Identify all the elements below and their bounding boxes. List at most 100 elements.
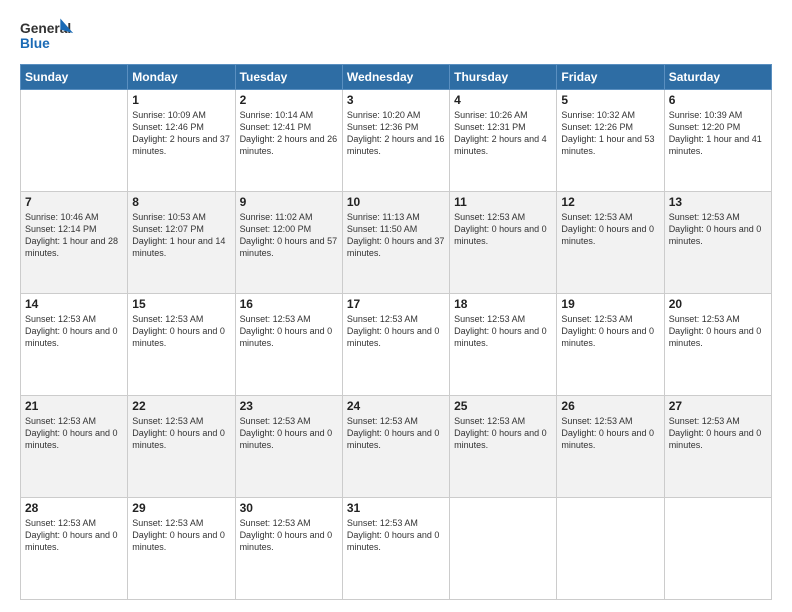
day-info: Sunrise: 10:39 AM Sunset: 12:20 PM Dayli…: [669, 109, 767, 158]
day-cell: 21Sunset: 12:53 AM Daylight: 0 hours and…: [21, 396, 128, 498]
day-info: Sunrise: 10:09 AM Sunset: 12:46 PM Dayli…: [132, 109, 230, 158]
day-info: Sunset: 12:53 AM Daylight: 0 hours and 0…: [561, 211, 659, 247]
day-info: Sunset: 12:53 AM Daylight: 0 hours and 0…: [25, 313, 123, 349]
day-info: Sunrise: 11:02 AM Sunset: 12:00 PM Dayli…: [240, 211, 338, 260]
day-cell: 26 Sunset: 12:53 AM Daylight: 0 hours and…: [557, 396, 664, 498]
day-cell: 14Sunset: 12:53 AM Daylight: 0 hours and…: [21, 294, 128, 396]
day-cell: 22Sunset: 12:53 AM Daylight: 0 hours and…: [128, 396, 235, 498]
day-cell: 6 Sunrise: 10:39 AM Sunset: 12:20 PM Dayl…: [664, 90, 771, 192]
day-info: Sunset: 12:53 AM Daylight: 0 hours and 0…: [454, 211, 552, 247]
day-number: 12: [561, 195, 659, 209]
column-header-wednesday: Wednesday: [342, 65, 449, 90]
svg-text:Blue: Blue: [20, 36, 50, 51]
day-info: Sunset: 12:53 AM Daylight: 0 hours and 0…: [454, 415, 552, 451]
day-cell: 10 Sunrise: 11:13 AM Sunset: 11:50 AM Day…: [342, 192, 449, 294]
day-info: Sunset: 12:53 AM Daylight: 0 hours and 0…: [132, 313, 230, 349]
day-cell: 18Sunset: 12:53 AM Daylight: 0 hours and…: [450, 294, 557, 396]
day-cell: 5Sunrise: 10:32 AM Sunset: 12:26 PM Dayl…: [557, 90, 664, 192]
day-cell: 27 Sunset: 12:53 AM Daylight: 0 hours and…: [664, 396, 771, 498]
day-info: Sunrise: 10:26 AM Sunset: 12:31 PM Dayli…: [454, 109, 552, 158]
day-number: 4: [454, 93, 552, 107]
day-number: 6: [669, 93, 767, 107]
day-number: 2: [240, 93, 338, 107]
day-number: 11: [454, 195, 552, 209]
day-info: Sunset: 12:53 AM Daylight: 0 hours and 0…: [347, 517, 445, 553]
day-cell: 29 Sunset: 12:53 AM Daylight: 0 hours and…: [128, 498, 235, 600]
day-info: Sunrise: 10:46 AM Sunset: 12:14 PM Dayli…: [25, 211, 123, 260]
day-info: Sunset: 12:53 AM Daylight: 0 hours and 0…: [25, 517, 123, 553]
column-header-saturday: Saturday: [664, 65, 771, 90]
day-cell: 9 Sunrise: 11:02 AM Sunset: 12:00 PM Dayl…: [235, 192, 342, 294]
day-cell: 4 Sunrise: 10:26 AM Sunset: 12:31 PM Dayl…: [450, 90, 557, 192]
day-number: 29: [132, 501, 230, 515]
week-row-4: 21 Sunset: 12:53 AM Daylight: 0 hours and…: [21, 396, 772, 498]
day-cell: [664, 498, 771, 600]
day-info: Sunset: 12:53 AM Daylight: 0 hours and 0…: [669, 313, 767, 349]
day-number: 17: [347, 297, 445, 311]
day-info: Sunset: 12:53 AM Daylight: 0 hours and 0…: [561, 313, 659, 349]
day-number: 23: [240, 399, 338, 413]
day-cell: 7 Sunrise: 10:46 AM Sunset: 12:14 PM Dayl…: [21, 192, 128, 294]
day-cell: 11 Sunset: 12:53 AM Daylight: 0 hours and…: [450, 192, 557, 294]
day-info: Sunset: 12:53 AM Daylight: 0 hours and 0…: [669, 211, 767, 247]
day-cell: 3Sunrise: 10:20 AM Sunset: 12:36 PM Dayl…: [342, 90, 449, 192]
calendar-table: SundayMondayTuesdayWednesdayThursdayFrid…: [20, 64, 772, 600]
week-row-1: 1 Sunrise: 10:09 AM Sunset: 12:46 PM Dayl…: [21, 90, 772, 192]
day-number: 25: [454, 399, 552, 413]
day-number: 18: [454, 297, 552, 311]
day-number: 28: [25, 501, 123, 515]
day-info: Sunrise: 11:13 AM Sunset: 11:50 AM Dayli…: [347, 211, 445, 260]
day-cell: 8 Sunrise: 10:53 AM Sunset: 12:07 PM Dayl…: [128, 192, 235, 294]
day-number: 26: [561, 399, 659, 413]
day-info: Sunset: 12:53 AM Daylight: 0 hours and 0…: [561, 415, 659, 451]
day-cell: 19 Sunset: 12:53 AM Daylight: 0 hours and…: [557, 294, 664, 396]
day-cell: 13Sunset: 12:53 AM Daylight: 0 hours and…: [664, 192, 771, 294]
day-info: Sunset: 12:53 AM Daylight: 0 hours and 0…: [347, 415, 445, 451]
day-info: Sunset: 12:53 AM Daylight: 0 hours and 0…: [132, 415, 230, 451]
day-cell: [450, 498, 557, 600]
day-cell: 15Sunset: 12:53 AM Daylight: 0 hours and…: [128, 294, 235, 396]
day-cell: [557, 498, 664, 600]
day-number: 10: [347, 195, 445, 209]
day-number: 31: [347, 501, 445, 515]
logo-icon: GeneralBlue: [20, 16, 75, 54]
day-cell: 23 Sunset: 12:53 AM Daylight: 0 hours and…: [235, 396, 342, 498]
day-cell: 30 Sunset: 12:53 AM Daylight: 0 hours and…: [235, 498, 342, 600]
day-cell: 31 Sunset: 12:53 AM Daylight: 0 hours and…: [342, 498, 449, 600]
day-cell: 28 Sunset: 12:53 AM Daylight: 0 hours and…: [21, 498, 128, 600]
day-cell: 17 Sunset: 12:53 AM Daylight: 0 hours and…: [342, 294, 449, 396]
day-number: 27: [669, 399, 767, 413]
day-info: Sunset: 12:53 AM Daylight: 0 hours and 0…: [347, 313, 445, 349]
day-number: 19: [561, 297, 659, 311]
header: GeneralBlue: [20, 16, 772, 54]
day-info: Sunrise: 10:14 AM Sunset: 12:41 PM Dayli…: [240, 109, 338, 158]
day-info: Sunset: 12:53 AM Daylight: 0 hours and 0…: [240, 415, 338, 451]
day-cell: 16 Sunset: 12:53 AM Daylight: 0 hours and…: [235, 294, 342, 396]
day-info: Sunset: 12:53 AM Daylight: 0 hours and 0…: [240, 517, 338, 553]
day-number: 20: [669, 297, 767, 311]
day-number: 21: [25, 399, 123, 413]
day-info: Sunrise: 10:53 AM Sunset: 12:07 PM Dayli…: [132, 211, 230, 260]
day-cell: 24Sunset: 12:53 AM Daylight: 0 hours and…: [342, 396, 449, 498]
day-number: 16: [240, 297, 338, 311]
day-number: 3: [347, 93, 445, 107]
day-number: 8: [132, 195, 230, 209]
week-row-2: 7 Sunrise: 10:46 AM Sunset: 12:14 PM Dayl…: [21, 192, 772, 294]
day-number: 30: [240, 501, 338, 515]
week-row-3: 14Sunset: 12:53 AM Daylight: 0 hours and…: [21, 294, 772, 396]
day-cell: 12 Sunset: 12:53 AM Daylight: 0 hours and…: [557, 192, 664, 294]
day-number: 1: [132, 93, 230, 107]
column-header-tuesday: Tuesday: [235, 65, 342, 90]
day-info: Sunset: 12:53 AM Daylight: 0 hours and 0…: [240, 313, 338, 349]
day-number: 5: [561, 93, 659, 107]
day-cell: [21, 90, 128, 192]
page: GeneralBlue SundayMondayTuesdayWednesday…: [0, 0, 792, 612]
day-number: 7: [25, 195, 123, 209]
day-info: Sunset: 12:53 AM Daylight: 0 hours and 0…: [669, 415, 767, 451]
day-cell: 2 Sunrise: 10:14 AM Sunset: 12:41 PM Dayl…: [235, 90, 342, 192]
logo: GeneralBlue: [20, 16, 79, 54]
day-cell: 1 Sunrise: 10:09 AM Sunset: 12:46 PM Dayl…: [128, 90, 235, 192]
day-number: 9: [240, 195, 338, 209]
day-cell: 20 Sunset: 12:53 AM Daylight: 0 hours and…: [664, 294, 771, 396]
day-info: Sunset: 12:53 AM Daylight: 0 hours and 0…: [132, 517, 230, 553]
